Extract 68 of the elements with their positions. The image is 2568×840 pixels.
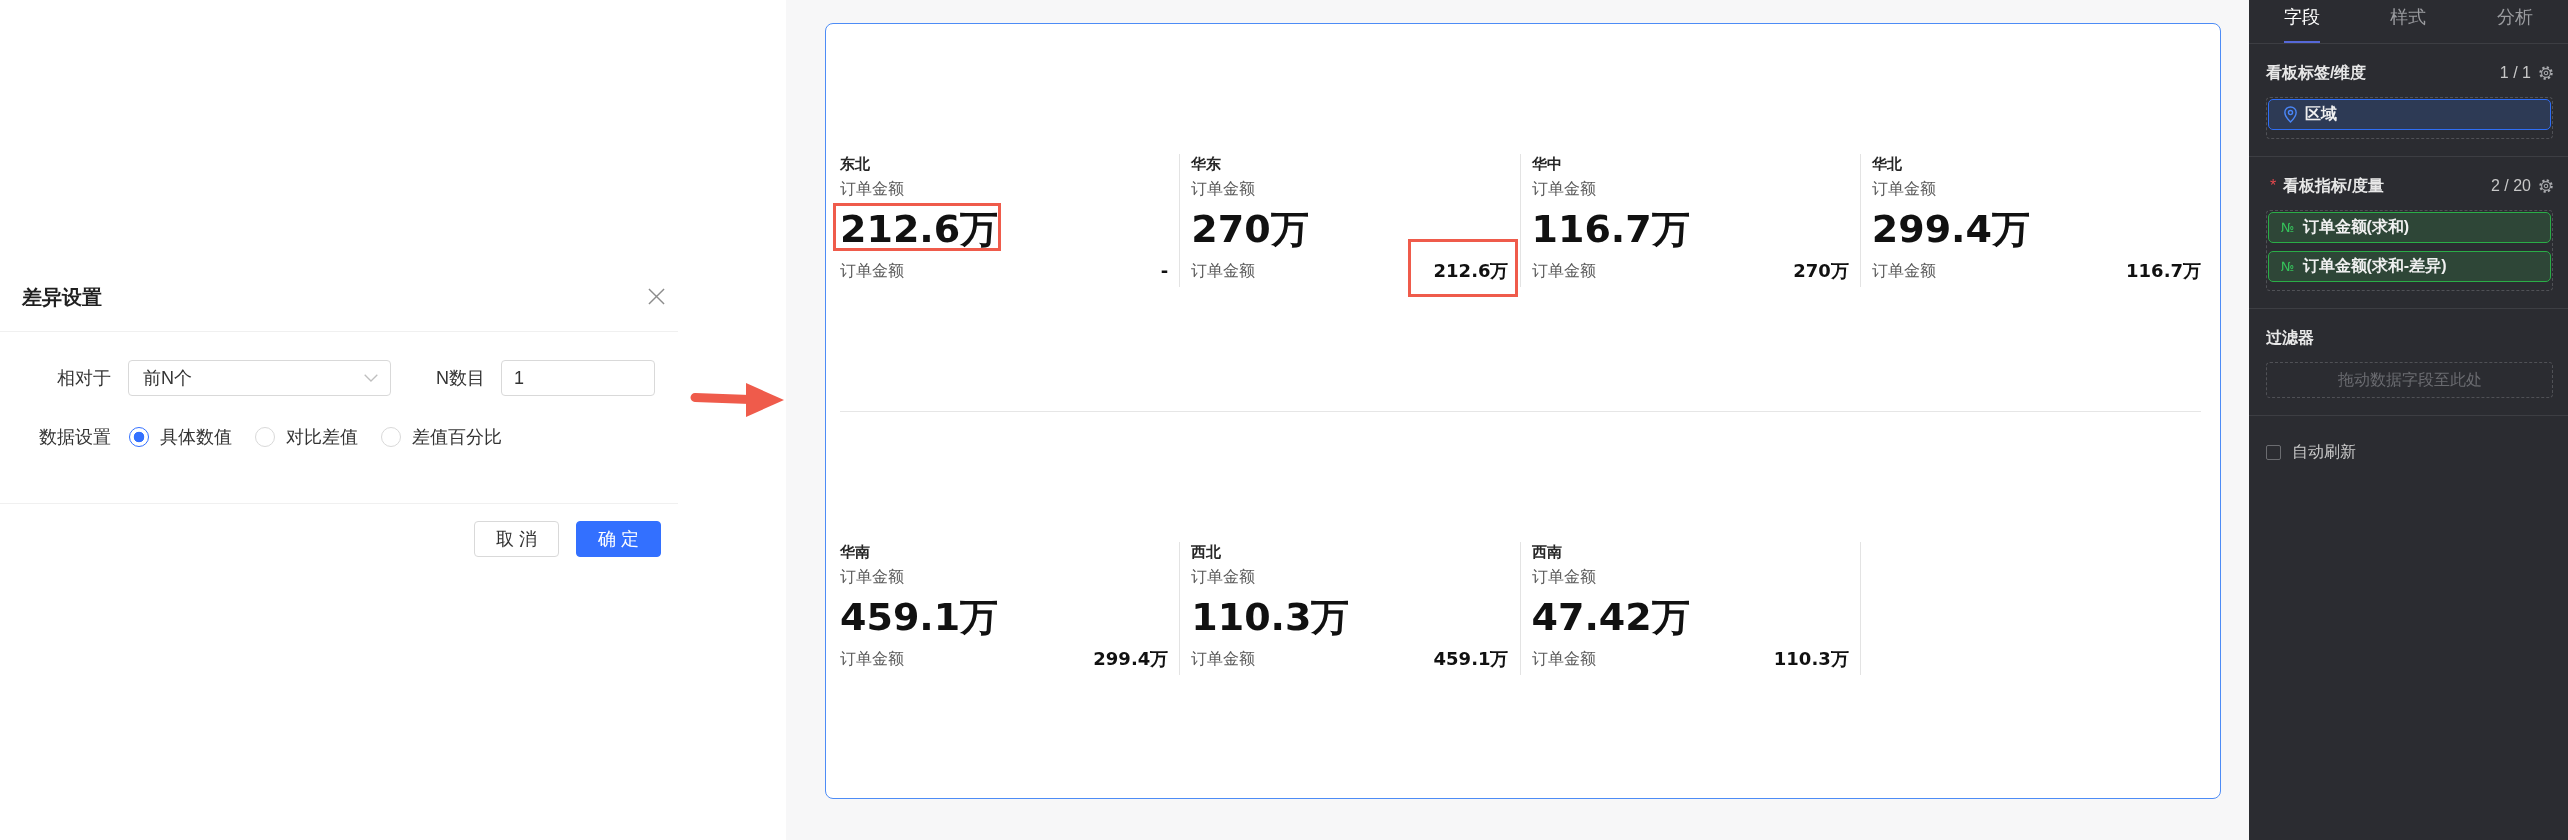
numeric-type-icon: № xyxy=(2281,259,2295,274)
metric-value: 299.4万 xyxy=(1871,206,2030,254)
compare-value: 299.4万 xyxy=(1093,646,1169,671)
caret-icon xyxy=(364,374,378,382)
auto-refresh-option[interactable]: 自动刷新 xyxy=(2266,442,2551,462)
metric-value: 270万 xyxy=(1191,206,1309,254)
region-name: 西北 xyxy=(1191,541,1222,562)
required-mark: * xyxy=(2270,178,2277,194)
section-title: 看板标签/维度 xyxy=(2266,63,2367,83)
checkbox[interactable] xyxy=(2266,444,2281,460)
cancel-button[interactable]: 取 消 xyxy=(474,521,559,557)
region-name: 华中 xyxy=(1531,154,1562,175)
compare-label: 订单金额 xyxy=(1191,261,1256,282)
compare-label: 订单金额 xyxy=(1531,261,1596,282)
region-name: 西南 xyxy=(1531,541,1562,562)
field-count: 1 / 1 xyxy=(2499,63,2531,83)
compare-label: 订单金额 xyxy=(840,648,904,669)
location-pin-icon xyxy=(2284,106,2297,123)
compare-label: 订单金额 xyxy=(1191,648,1256,669)
metric-label: 订单金额 xyxy=(1531,566,1596,587)
compare-value: 110.3万 xyxy=(1773,646,1849,671)
radio-icon[interactable] xyxy=(129,427,149,447)
metric-label: 订单金额 xyxy=(1531,179,1596,200)
metric-value: 212.6万 xyxy=(840,206,999,254)
settings-icon[interactable] xyxy=(2539,66,2553,80)
field-label: 相对于 xyxy=(56,367,111,390)
compare-label: 订单金额 xyxy=(1871,261,1936,282)
panel-tab[interactable]: 字段 xyxy=(2284,6,2321,43)
region-name: 东北 xyxy=(840,154,870,175)
compare-label: 订单金额 xyxy=(1531,648,1596,669)
metric-label: 订单金额 xyxy=(840,566,904,587)
compare-value: 212.6万 xyxy=(1433,259,1509,284)
region-name: 华南 xyxy=(840,541,870,562)
field-label: 数据设置 xyxy=(38,426,111,449)
field-label: N数目 xyxy=(436,367,485,390)
radio-option[interactable]: 对比差值 xyxy=(254,425,358,449)
panel-tab[interactable]: 样式 xyxy=(2390,6,2427,43)
metric-label: 订单金额 xyxy=(1191,566,1256,587)
confirm-button[interactable]: 确 定 xyxy=(576,521,661,557)
compare-value: - xyxy=(1160,259,1169,284)
metric-label: 订单金额 xyxy=(1191,179,1256,200)
field-count: 2 / 20 xyxy=(2490,176,2531,196)
radio-option[interactable]: 具体数值 xyxy=(128,425,232,449)
metric-value: 116.7万 xyxy=(1531,206,1690,254)
dialog-title: 差异设置 xyxy=(22,284,102,310)
field-pill[interactable]: № 订单金额(求和) xyxy=(2268,212,2551,243)
metric-value: 459.1万 xyxy=(840,593,999,641)
region-name: 华东 xyxy=(1191,154,1222,175)
metric-label: 订单金额 xyxy=(840,179,904,200)
settings-icon[interactable] xyxy=(2539,179,2553,193)
metric-value: 110.3万 xyxy=(1191,593,1350,641)
n-count-input[interactable]: 1 xyxy=(501,360,655,396)
field-pill[interactable]: № 订单金额(求和-差异) xyxy=(2268,251,2551,282)
panel-tab[interactable]: 分析 xyxy=(2496,6,2533,43)
region-name: 华北 xyxy=(1871,154,1902,175)
compare-value: 459.1万 xyxy=(1433,646,1509,671)
metric-label: 订单金额 xyxy=(1871,179,1936,200)
radio-option[interactable]: 差值百分比 xyxy=(380,425,502,449)
compare-label: 订单金额 xyxy=(840,261,904,282)
section-title: 过滤器 xyxy=(2266,328,2314,348)
numeric-type-icon: № xyxy=(2281,220,2295,235)
metric-value: 47.42万 xyxy=(1531,593,1690,641)
compare-value: 270万 xyxy=(1793,259,1849,284)
close-icon[interactable] xyxy=(648,288,665,305)
compare-value: 116.7万 xyxy=(2126,259,2201,284)
section-title: 看板指标/度量 xyxy=(2283,176,2384,196)
field-pill[interactable]: 区域 xyxy=(2268,99,2551,130)
relative-to-select[interactable]: 前N个 xyxy=(128,360,391,396)
